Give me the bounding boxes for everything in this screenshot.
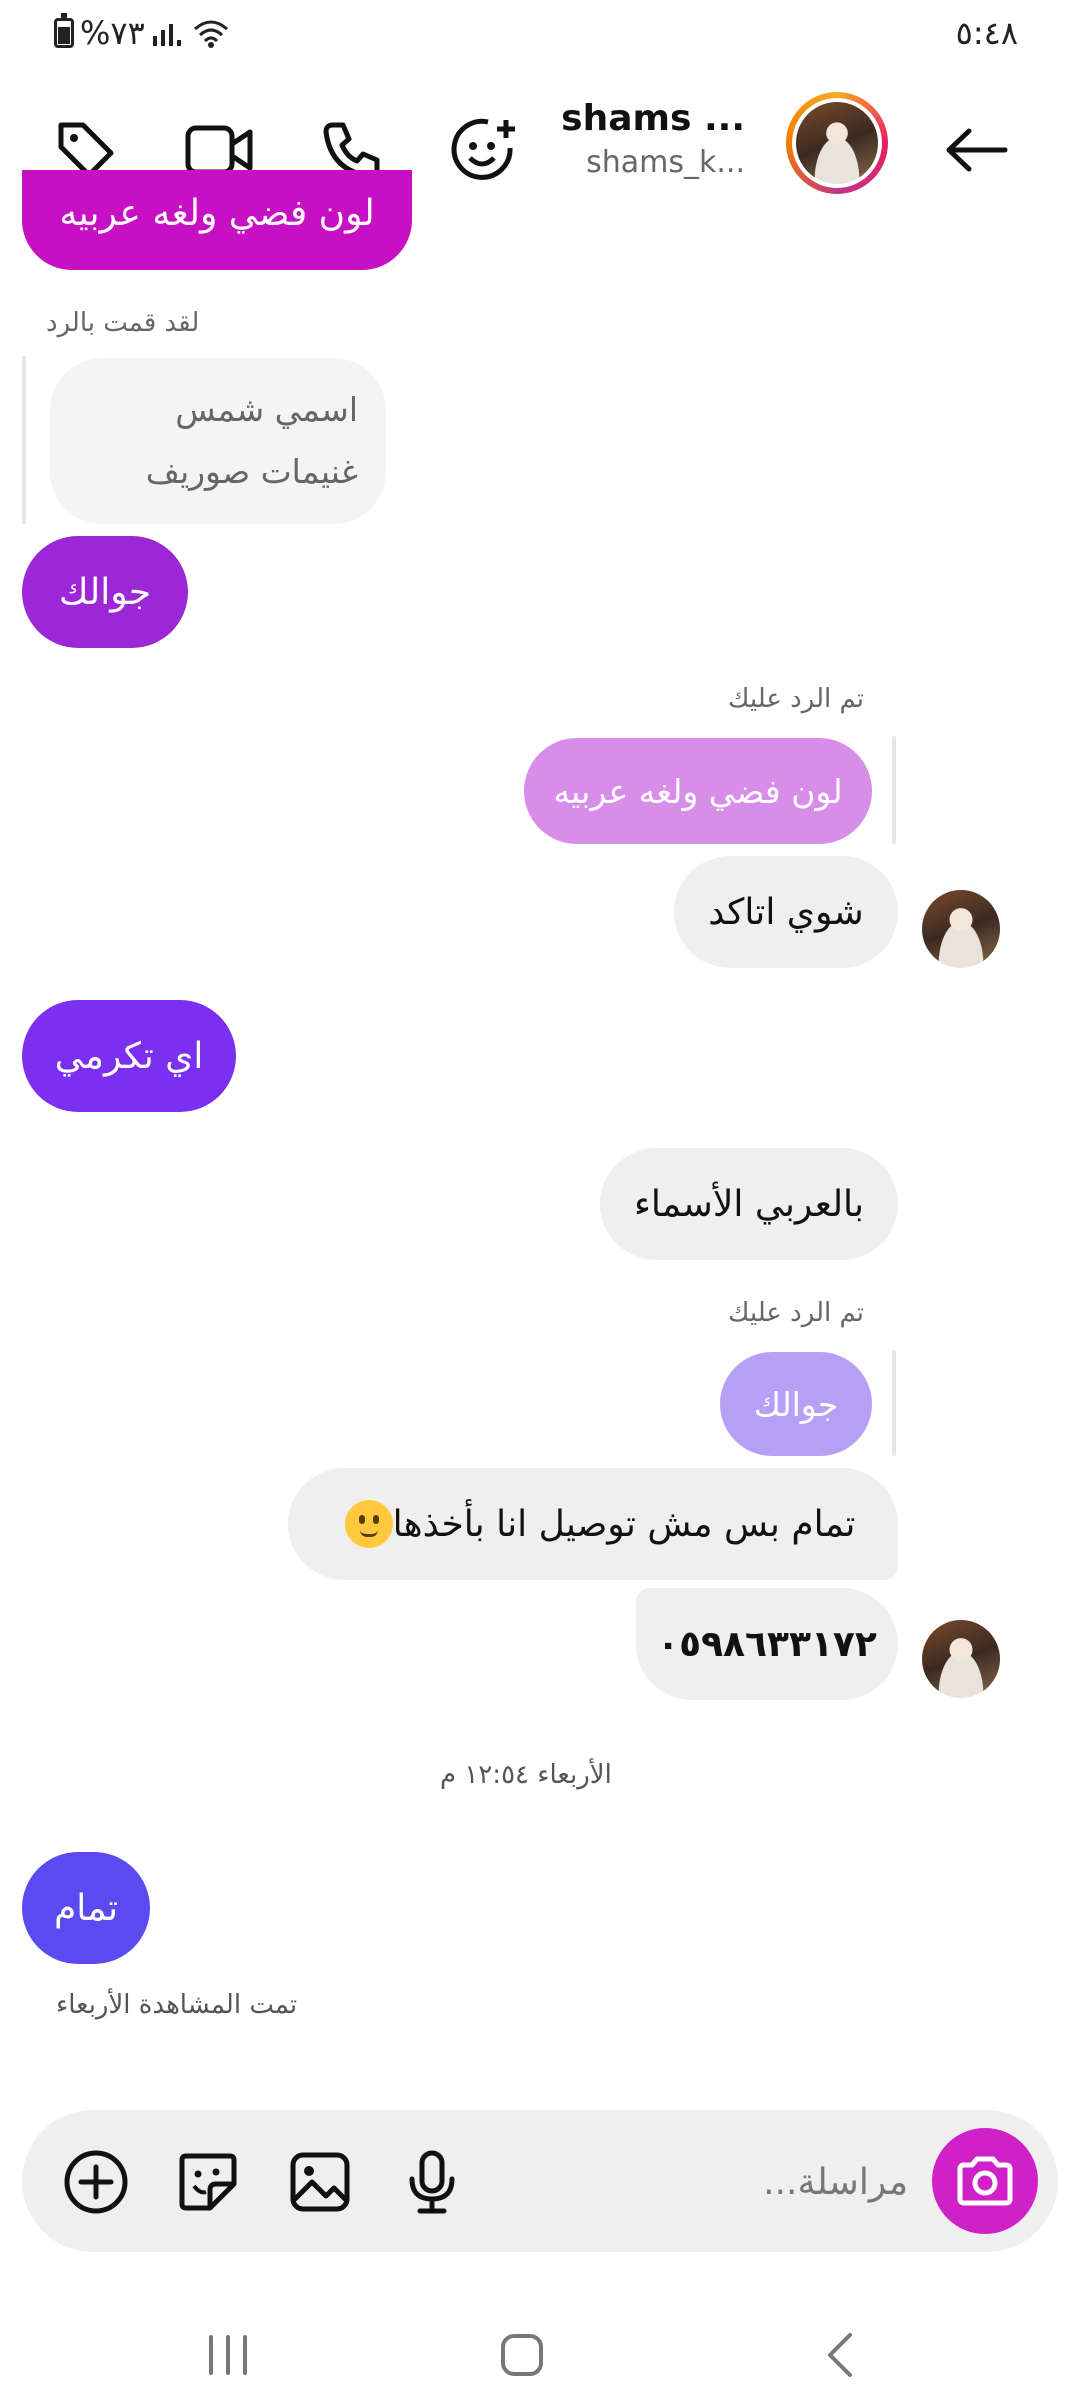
reply-line [892, 736, 896, 844]
home-icon[interactable] [482, 2320, 562, 2390]
message-bubble[interactable]: ٠٥٩٨٦٣٣١٧٢ [636, 1588, 898, 1700]
sender-avatar[interactable] [922, 1620, 1000, 1698]
message-bubble[interactable]: بالعربي الأسماء [600, 1148, 898, 1260]
status-time: ٥:٤٨ [955, 14, 1018, 52]
camera-button[interactable] [932, 2128, 1038, 2234]
system-nav-bar [0, 2290, 1080, 2408]
back-arrow-icon[interactable] [936, 110, 1016, 190]
sender-avatar[interactable] [922, 890, 1000, 968]
microphone-icon[interactable] [394, 2144, 470, 2220]
camera-icon [957, 2156, 1013, 2206]
slight-smile-emoji-icon [344, 1500, 393, 1548]
message-bubble[interactable]: تمام [22, 1852, 150, 1964]
message-bubble[interactable]: جوالك [22, 536, 188, 648]
contact-info[interactable]: shams ... shams_k... [561, 98, 745, 180]
reply-meta: تم الرد عليك [728, 684, 865, 714]
contact-name: shams ... [561, 98, 745, 139]
message-bubble-partial[interactable]: لون فضي ولغه عربيه [22, 170, 412, 270]
signal-icon [152, 24, 181, 46]
avatar-photo [796, 102, 878, 184]
seen-status: تمت المشاهدة الأربعاء [56, 1990, 298, 2020]
message-bubble[interactable]: شوي اتاكد [674, 856, 898, 968]
add-icon[interactable] [58, 2144, 134, 2220]
reply-meta: تم الرد عليك [728, 1298, 865, 1328]
message-timestamp: الأربعاء ١٢:٥٤ م [440, 1760, 612, 1790]
message-text: لون فضي ولغه عربيه [59, 193, 375, 234]
message-bubble[interactable]: اي تكرمي [22, 1000, 236, 1112]
sticker-icon[interactable] [170, 2144, 246, 2220]
message-composer [22, 2110, 1058, 2252]
message-text: تمام بس مش توصيل انا بأخذها [392, 1503, 856, 1545]
gallery-icon[interactable] [282, 2144, 358, 2220]
quoted-message: لون فضي ولغه عربيه [524, 738, 872, 844]
reply-meta: لقد قمت بالرد [46, 308, 200, 338]
message-input[interactable] [608, 2154, 908, 2210]
battery-icon [54, 13, 74, 48]
quoted-message: جوالك [720, 1352, 872, 1456]
contact-username: shams_k... [586, 145, 745, 180]
quoted-message: اسمي شمس غنيمات صوريف [50, 358, 386, 524]
add-effect-icon[interactable] [444, 110, 524, 190]
battery-level: %٧٣ [80, 14, 145, 52]
recent-apps-icon[interactable] [188, 2320, 268, 2390]
back-nav-icon[interactable] [800, 2320, 880, 2390]
contact-avatar[interactable] [786, 92, 888, 194]
status-icons: %٧٣ [54, 13, 231, 52]
reply-line [22, 356, 26, 524]
status-bar: %٧٣ ٥:٤٨ [0, 0, 1080, 72]
reply-line [892, 1350, 896, 1456]
wifi-icon [193, 20, 228, 48]
message-bubble[interactable]: تمام بس مش توصيل انا بأخذها [288, 1468, 898, 1580]
